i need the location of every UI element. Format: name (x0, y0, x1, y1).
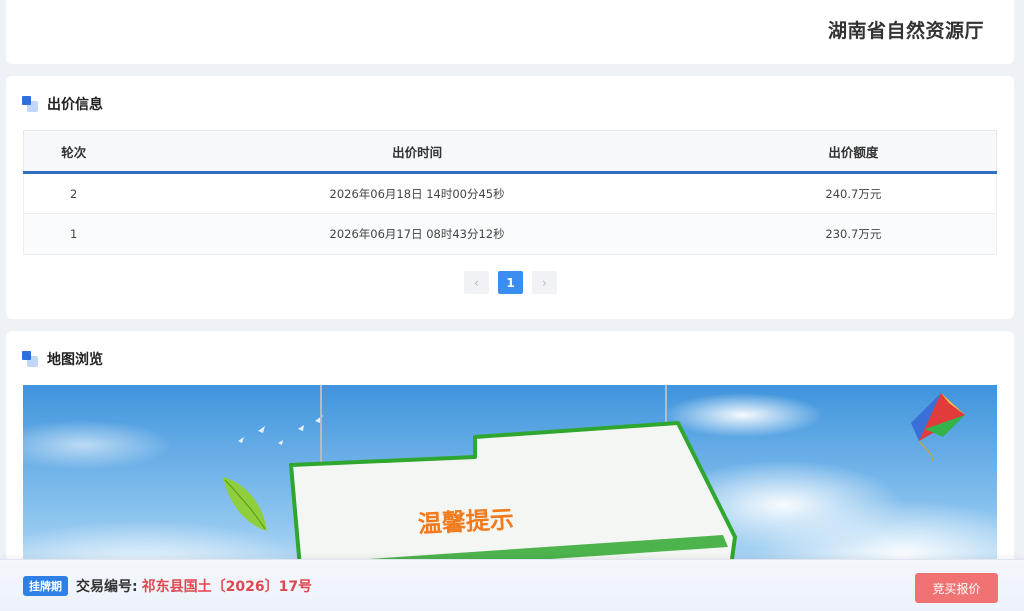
section-bullet-icon (22, 96, 38, 112)
map-section-title: 地图浏览 (47, 352, 103, 368)
cell-round: 2 (23, 172, 124, 214)
table-row: 1 2026年06月17日 08时43分12秒 230.7万元 (23, 213, 997, 255)
bottom-action-bar: 挂牌期 交易编号: 祁东县国土〔2026〕17号 竞买报价 (0, 559, 1024, 611)
bid-table-header-row: 轮次 出价时间 出价额度 (23, 130, 997, 174)
cell-amount: 240.7万元 (710, 172, 997, 214)
table-row: 2 2026年06月18日 14时00分45秒 240.7万元 (23, 172, 997, 214)
notice-text: 温馨提示 (417, 505, 514, 538)
cell-amount: 230.7万元 (710, 213, 997, 255)
pagination: ‹ 1 › (464, 271, 557, 294)
prev-page-button[interactable]: ‹ (464, 271, 489, 294)
bid-table: 轮次 出价时间 出价额度 2 2026年06月18日 14时00分45秒 240… (23, 130, 997, 255)
column-header-time: 出价时间 (123, 130, 711, 174)
column-header-round: 轮次 (23, 130, 124, 174)
header-card: 湖南省自然资源厅 (6, 0, 1014, 64)
trade-number-label: 交易编号: (76, 578, 138, 595)
cell-time: 2026年06月17日 08时43分12秒 (123, 213, 711, 255)
cell-round: 1 (23, 213, 124, 255)
section-bullet-icon (22, 351, 38, 367)
next-page-button[interactable]: › (532, 271, 557, 294)
org-name: 湖南省自然资源厅 (827, 20, 984, 42)
trade-number-value: 祁东县国土〔2026〕17号 (141, 578, 313, 595)
bid-section-header: 出价信息 (22, 94, 103, 114)
bid-offer-button[interactable]: 竞买报价 (915, 573, 998, 603)
column-header-amount: 出价额度 (710, 130, 997, 174)
bid-info-card: 出价信息 轮次 出价时间 出价额度 2 2026年06月18日 14时00分45… (6, 76, 1014, 319)
map-section-header: 地图浏览 (22, 349, 103, 369)
status-badge: 挂牌期 (23, 575, 68, 596)
cell-time: 2026年06月18日 14时00分45秒 (123, 172, 711, 214)
bid-section-title: 出价信息 (47, 97, 103, 113)
page-1-button[interactable]: 1 (498, 271, 523, 294)
